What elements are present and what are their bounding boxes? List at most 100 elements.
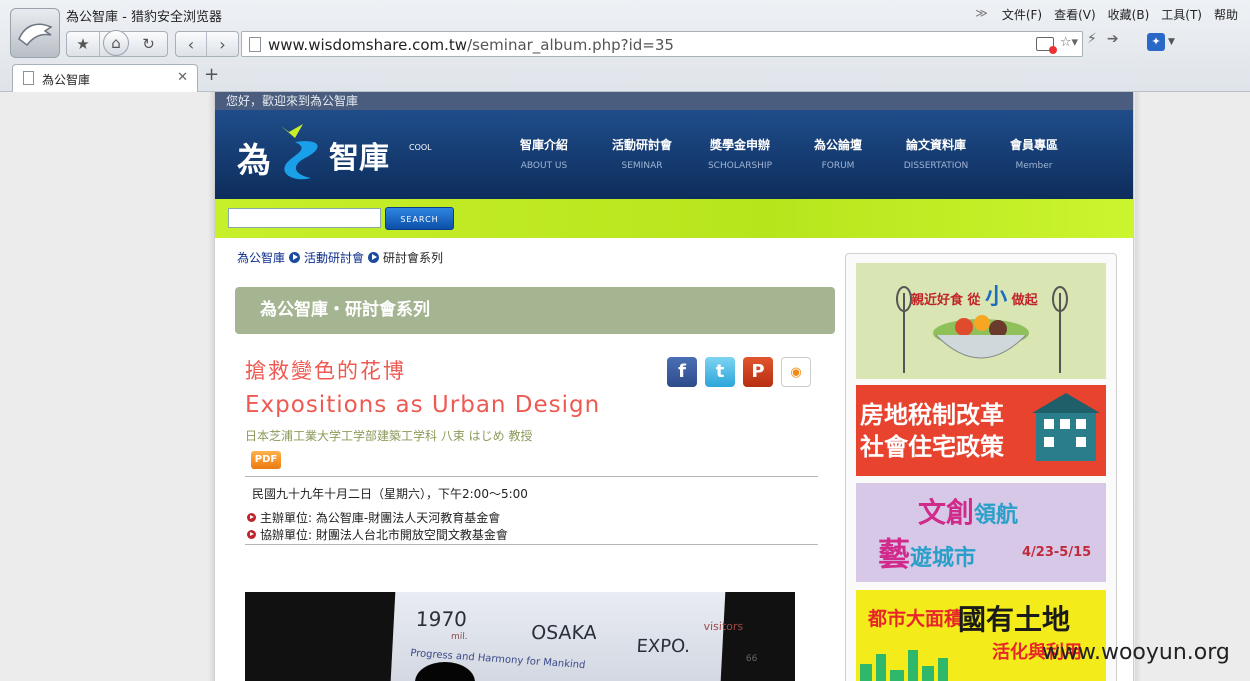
event-photo[interactable]: 1970 mil. OSAKA EXPO. visitors 66 Progre… xyxy=(245,592,795,681)
ad-tax[interactable]: 房地稅制改革 社會住宅政策 xyxy=(856,385,1106,476)
browser-logo-icon[interactable] xyxy=(10,8,60,58)
window-title: 為公智庫 - 猎豹安全浏览器 xyxy=(66,10,222,25)
organizer-row: 主辦單位: 為公智庫-財團法人天河教育基金會 xyxy=(247,509,500,526)
browser-chrome: 為公智庫 - 猎豹安全浏览器 ≫ 文件(F) 查看(V) 收藏(B) 工具(T)… xyxy=(0,0,1250,92)
bullet-arrow-icon xyxy=(247,513,256,522)
back-icon[interactable]: ‹ xyxy=(176,32,208,56)
brand-text-1: 為 xyxy=(237,141,271,181)
tab-title: 為公智庫 xyxy=(42,73,91,87)
breadcrumb-home[interactable]: 為公智庫 xyxy=(237,249,285,266)
plurk-icon[interactable]: P xyxy=(743,357,773,387)
breadcrumb: 為公智庫 活動研討會 研討會系列 xyxy=(237,249,443,266)
nav-forum[interactable]: 為公論壇 FORUM xyxy=(789,136,887,171)
food-bowl-icon xyxy=(896,286,1068,373)
menu-chevron-icon[interactable]: ≫ xyxy=(969,6,996,23)
ad-land[interactable]: 都市大面積 國有土地 活化與利用 xyxy=(856,590,1106,681)
menu-view[interactable]: 查看(V) xyxy=(1048,6,1102,23)
refresh-icon[interactable]: ↻ xyxy=(132,32,165,56)
bullet-arrow-icon xyxy=(247,530,256,539)
breadcrumb-arrow-icon xyxy=(289,252,301,263)
star-plus-icon[interactable]: ☆▾ xyxy=(1060,35,1078,51)
tab-active[interactable]: 為公智庫 ✕ xyxy=(12,64,198,92)
menu-favorites[interactable]: 收藏(B) xyxy=(1102,6,1156,23)
twitter-icon[interactable]: t xyxy=(705,357,735,387)
screen-mil: mil. xyxy=(450,632,468,642)
search-bar: SEARCH xyxy=(215,199,1133,238)
site-logo[interactable]: 為 智庫 COOL xyxy=(233,118,433,188)
nav-forum-zh: 為公論壇 xyxy=(813,138,862,152)
nav-seminar-en: SEMINAR xyxy=(621,161,663,171)
section-title: 為公智庫・研討會系列 xyxy=(235,287,835,334)
ad-food[interactable]: 親近好食 從 小 做起 xyxy=(856,263,1106,379)
address-bar-icons: ☆▾ xyxy=(1035,35,1078,54)
screen-number: 66 xyxy=(745,654,758,664)
nav-forum-en: FORUM xyxy=(821,161,855,171)
search-input[interactable] xyxy=(228,208,381,228)
toolbar-group: ★ ⌂ ↻ xyxy=(66,30,168,57)
address-bar[interactable]: www.wisdomshare.com.tw/seminar_album.php… xyxy=(241,31,1083,57)
screen-expo: EXPO. xyxy=(635,636,691,657)
lightning-icon[interactable]: ⚡ xyxy=(1087,31,1097,47)
nav-member[interactable]: 會員專區 Member xyxy=(985,136,1083,171)
co-organizer-row: 協辦單位: 財團法人台北市開放空間文教基金會 xyxy=(247,526,508,543)
cheetah-icon xyxy=(18,23,53,47)
url-path: /seminar_album.php?id=35 xyxy=(467,36,674,54)
new-tab-button[interactable]: + xyxy=(204,64,219,85)
menu-tools[interactable]: 工具(T) xyxy=(1155,6,1208,23)
screen-year: 1970 xyxy=(415,607,468,631)
ad-culture-big: 文創 xyxy=(918,496,975,529)
web-page: 您好，歡迎來到為公智庫 為 智庫 COOL 智庫介紹 ABOUT US 活動研討會… xyxy=(214,92,1134,681)
ad-culture-small2: 遊城市 xyxy=(910,546,977,571)
pdf-icon[interactable]: PDF xyxy=(251,451,281,469)
brand-text-2: 智庫 xyxy=(329,141,389,176)
ad-culture-small: 領航 xyxy=(974,503,1019,528)
nav-about[interactable]: 智庫介紹 ABOUT US xyxy=(495,136,593,171)
divider xyxy=(245,544,818,545)
sidebar-ads: 親近好食 從 小 做起 房地稅制改革 社會住宅政策 文創領航 藝遊城市 4/23… xyxy=(845,253,1117,681)
menu-bar: ≫ 文件(F) 查看(V) 收藏(B) 工具(T) 帮助 xyxy=(969,6,1244,23)
page-icon xyxy=(249,37,261,52)
forward-icon[interactable]: › xyxy=(207,32,238,56)
tab-page-icon xyxy=(23,71,34,85)
nav-about-zh: 智庫介紹 xyxy=(519,138,568,152)
menu-file[interactable]: 文件(F) xyxy=(996,6,1048,23)
nav-scholarship[interactable]: 獎學金申辦 SCHOLARSHIP xyxy=(691,136,789,171)
breadcrumb-arrow-icon xyxy=(368,252,380,263)
nav-scholarship-zh: 獎學金申辦 xyxy=(709,138,770,152)
breadcrumb-section[interactable]: 活動研討會 xyxy=(304,249,364,266)
page-viewport: 您好，歡迎來到為公智庫 為 智庫 COOL 智庫介紹 ABOUT US 活動研討會… xyxy=(0,92,1250,681)
nav-seminar[interactable]: 活動研討會 SEMINAR xyxy=(593,136,691,171)
favorite-star-icon[interactable]: ★ xyxy=(67,32,100,56)
go-arrow-icon[interactable]: ➔ xyxy=(1107,31,1119,47)
url-text[interactable]: www.wisdomshare.com.tw/seminar_album.php… xyxy=(268,36,674,54)
nav-dissertation[interactable]: 論文資料庫 DISSERTATION xyxy=(887,136,985,171)
breadcrumb-current: 研討會系列 xyxy=(383,251,444,265)
nav-member-zh: 會員專區 xyxy=(1009,138,1058,152)
article-title-en: Expositions as Urban Design xyxy=(245,392,601,418)
divider xyxy=(245,476,818,477)
facebook-icon[interactable]: f xyxy=(667,357,697,387)
ad-land-big: 國有土地 xyxy=(958,603,1071,636)
co-organizer-text: 協辦單位: 財團法人台北市開放空間文教基金會 xyxy=(260,528,508,542)
url-host: www.wisdomshare.com.tw xyxy=(268,36,468,54)
paw-icon[interactable]: ✦ xyxy=(1147,33,1165,51)
nav-about-en: ABOUT US xyxy=(520,161,568,171)
block-card-icon[interactable] xyxy=(1035,37,1057,54)
article-author: 日本芝浦工業大学工学部建築工学科 八束 はじめ 教授 xyxy=(245,429,533,443)
building-icon xyxy=(1032,393,1100,461)
event-date: 民國九十九年十月二日（星期六），下午2:00～5:00 xyxy=(252,487,528,501)
rss-icon[interactable]: ◉ xyxy=(781,357,811,387)
tab-close-icon[interactable]: ✕ xyxy=(177,70,188,85)
ad-culture-date: 4/23-5/15 xyxy=(1022,545,1092,560)
paw-menu-caret-icon[interactable]: ▼ xyxy=(1168,37,1175,47)
search-button[interactable]: SEARCH xyxy=(385,207,454,230)
menu-help[interactable]: 帮助 xyxy=(1208,6,1244,23)
home-icon[interactable]: ⌂ xyxy=(103,30,129,56)
brand-sub: COOL xyxy=(409,143,432,152)
nav-member-en: Member xyxy=(1015,161,1053,171)
nav-dissertation-zh: 論文資料庫 xyxy=(905,138,966,152)
ad-culture-big2: 藝 xyxy=(878,535,911,573)
article-title-zh: 搶救變色的花博 xyxy=(245,359,406,383)
ad-tax-line2: 社會住宅政策 xyxy=(860,433,1004,461)
ad-culture[interactable]: 文創領航 藝遊城市 4/23-5/15 xyxy=(856,483,1106,582)
